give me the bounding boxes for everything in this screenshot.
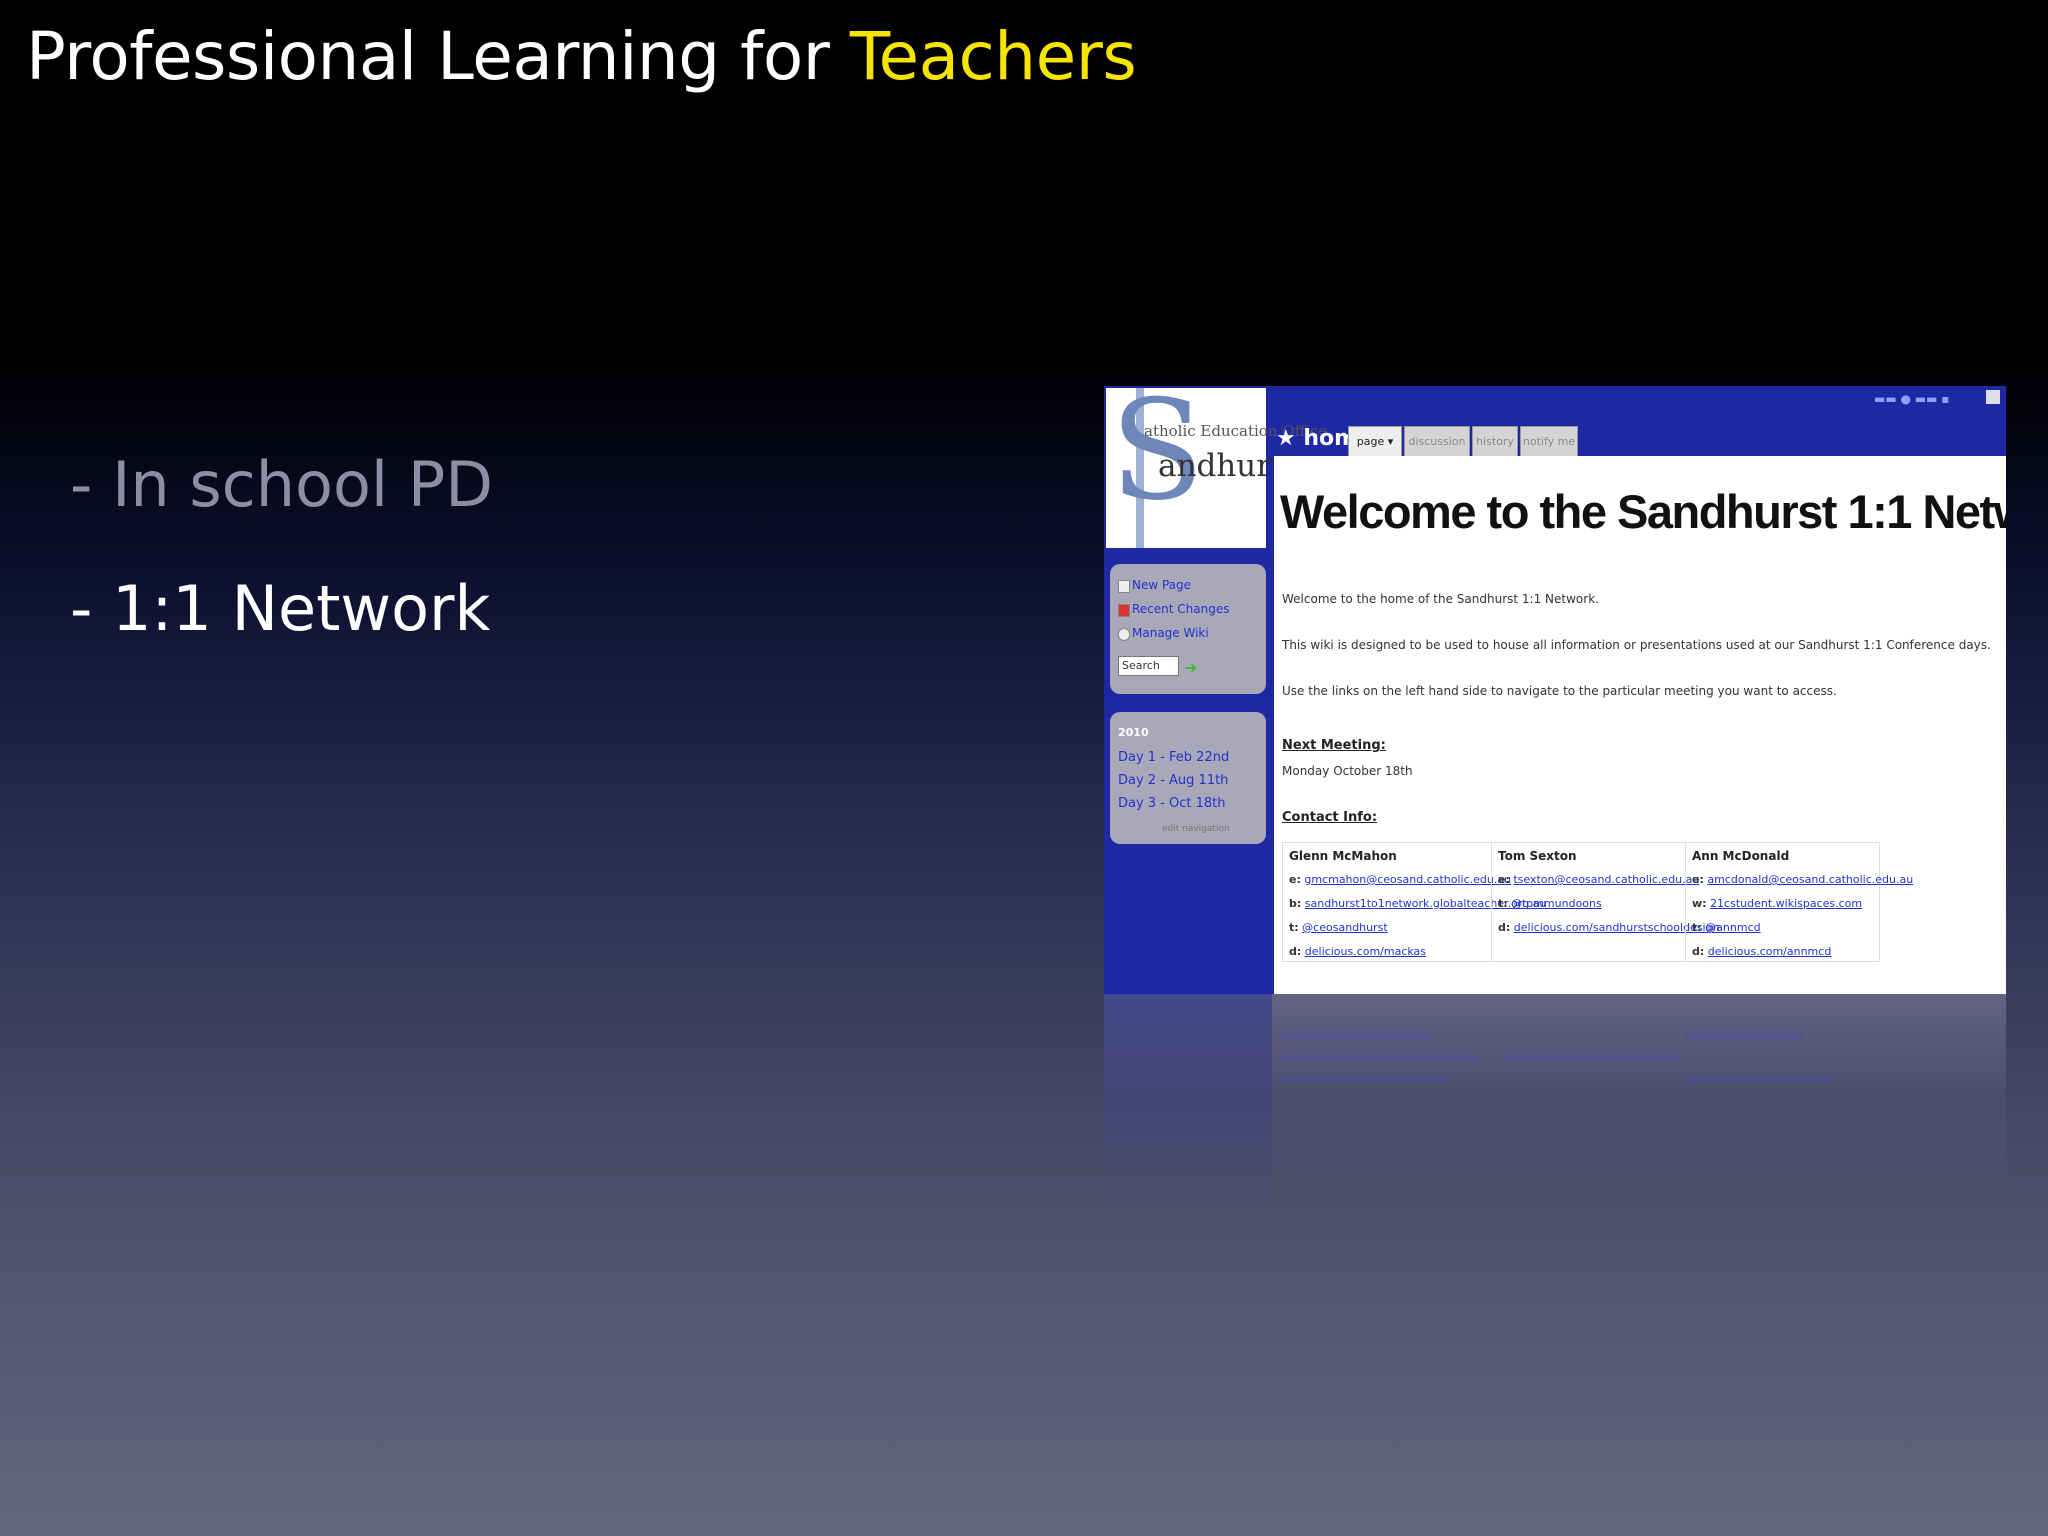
recent-changes-link[interactable]: Recent Changes — [1132, 602, 1229, 616]
contact-table: Glenn McMahon e: gmcmahon@ceosand.cathol… — [1282, 842, 1913, 962]
contact-wiki-link[interactable]: 21cstudent.wikispaces.com — [1710, 897, 1862, 910]
nav-day-3[interactable]: Day 3 - Oct 18th — [1118, 796, 1226, 811]
contact-column: Ann McDonald e: amcdonald@ceosand.cathol… — [1685, 843, 1913, 961]
tab-history[interactable]: history — [1472, 426, 1518, 457]
contact-column: Tom Sexton e: tsexton@ceosand.catholic.e… — [1491, 843, 1720, 961]
contact-email-link[interactable]: gmcmahon@ceosand.catholic.edu.au — [1304, 873, 1511, 886]
sidebar-actions-panel: New Page Recent Changes Manage Wiki Sear… — [1110, 564, 1266, 694]
tab-discussion[interactable]: discussion — [1404, 426, 1470, 457]
contact-twitter-link[interactable]: @ceosandhurst — [1302, 921, 1387, 934]
contact-twitter: t: @tommundoons — [1498, 897, 1602, 910]
new-page-icon — [1118, 580, 1130, 593]
contact-twitter: t: @annmcd — [1692, 921, 1761, 934]
contact-twitter-link[interactable]: @annmcd — [1705, 921, 1760, 934]
sidebar-navigation-panel: 2010 Day 1 - Feb 22nd Day 2 - Aug 11th D… — [1110, 712, 1266, 844]
contact-email: e: gmcmahon@ceosand.catholic.edu.au — [1289, 873, 1512, 886]
contact-name: Glenn McMahon — [1289, 849, 1397, 863]
contact-name: Ann McDonald — [1692, 849, 1790, 863]
slide-title: Professional Learning for Teachers — [26, 18, 1137, 95]
nav-year: 2010 — [1118, 726, 1149, 739]
contact-twitter-link[interactable]: @tommundoons — [1511, 897, 1602, 910]
slide-title-highlight: Teachers — [849, 18, 1137, 95]
tab-page[interactable]: page ▾ — [1348, 426, 1402, 457]
calendar-icon — [1118, 604, 1130, 617]
contact-email: e: tsexton@ceosand.catholic.edu.au — [1498, 873, 1700, 886]
nav-day-1[interactable]: Day 1 - Feb 22nd — [1118, 750, 1229, 765]
search-go-icon[interactable]: ➜ — [1184, 658, 1197, 677]
manage-wiki-icon — [1118, 628, 1130, 641]
wiki-screenshot: S atholic Education Office andhurst New … — [1104, 386, 2006, 994]
contact-delicious-link[interactable]: delicious.com/mackas — [1305, 945, 1426, 958]
home-icon[interactable] — [1986, 390, 2000, 404]
screenshot-reflection — [1104, 994, 2006, 1204]
nav-day-2[interactable]: Day 2 - Aug 11th — [1118, 773, 1228, 788]
next-meeting-value: Monday October 18th — [1282, 764, 1413, 778]
contact-name: Tom Sexton — [1498, 849, 1577, 863]
intro-paragraph: Welcome to the home of the Sandhurst 1:1… — [1282, 592, 1599, 606]
manage-wiki-link[interactable]: Manage Wiki — [1132, 626, 1209, 640]
wiki-content: Welcome to the Sandhurst 1:1 Network Wel… — [1274, 456, 2006, 994]
slide-title-main: Professional Learning for — [26, 18, 850, 95]
contact-delicious: d: delicious.com/annmcd — [1692, 945, 1832, 958]
search-input[interactable]: Search — [1118, 656, 1179, 676]
next-meeting-label: Next Meeting: — [1282, 738, 1386, 753]
page-heading: Welcome to the Sandhurst 1:1 Network — [1280, 485, 2006, 538]
top-toolbar-icons: ▬▬ ● ▬▬ ▪ — [1874, 392, 1950, 406]
bullet-in-school-pd: - In school PD — [70, 448, 493, 521]
tab-notify-me[interactable]: notify me — [1520, 426, 1578, 457]
bullet-1to1-network: - 1:1 Network — [70, 572, 491, 645]
edit-navigation-link[interactable]: edit navigation — [1162, 824, 1230, 834]
contact-column: Glenn McMahon e: gmcmahon@ceosand.cathol… — [1283, 843, 1546, 961]
contact-wiki: w: 21cstudent.wikispaces.com — [1692, 897, 1863, 910]
contact-delicious: d: delicious.com/mackas — [1289, 945, 1427, 958]
navigation-paragraph: Use the links on the left hand side to n… — [1282, 684, 1837, 698]
contact-twitter: t: @ceosandhurst — [1289, 921, 1388, 934]
new-page-link[interactable]: New Page — [1132, 578, 1191, 592]
purpose-paragraph: This wiki is designed to be used to hous… — [1282, 638, 1991, 652]
sandhurst-logo: S atholic Education Office andhurst — [1106, 386, 1327, 548]
contact-email-link[interactable]: tsexton@ceosand.catholic.edu.au — [1513, 873, 1699, 886]
contact-email: e: amcdonald@ceosand.catholic.edu.au — [1692, 873, 1914, 886]
contact-delicious-link[interactable]: delicious.com/annmcd — [1708, 945, 1832, 958]
contact-info-label: Contact Info: — [1282, 810, 1378, 825]
contact-email-link[interactable]: amcdonald@ceosand.catholic.edu.au — [1707, 873, 1913, 886]
